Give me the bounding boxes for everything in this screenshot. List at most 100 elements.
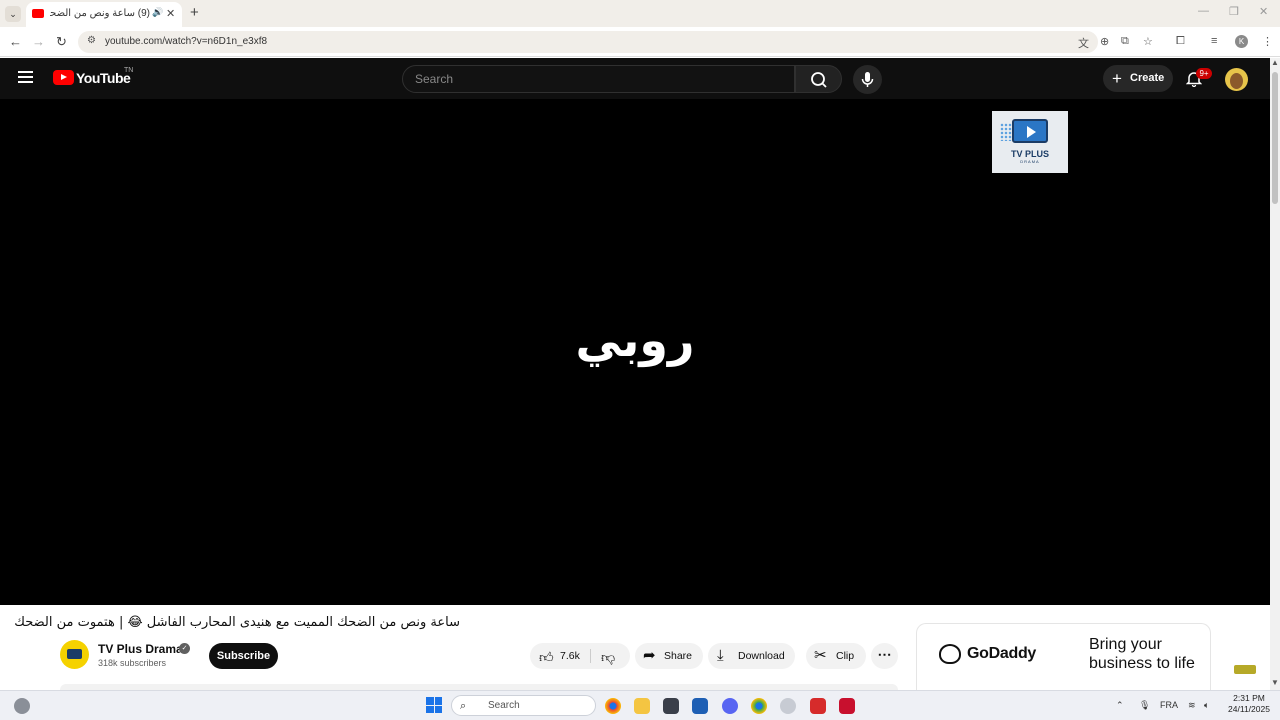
- share-arrow-icon: ➦: [643, 647, 656, 664]
- logo-country-code: TN: [124, 67, 134, 74]
- speaker-icon[interactable]: 🔊: [152, 7, 163, 18]
- store-icon[interactable]: [663, 698, 679, 714]
- bookmark-star-icon[interactable]: ☆: [1143, 35, 1153, 48]
- windows-taskbar: ⌕ Search ⌃ 🎙︎ FRA ≋ 🔈︎ 2:31 PM 24/11/202…: [0, 690, 1280, 720]
- settings-icon[interactable]: [780, 698, 796, 714]
- like-divider: [590, 649, 591, 663]
- video-player[interactable]: TV PLUS DRAMA روبي: [0, 99, 1270, 674]
- more-actions-button[interactable]: ⋯: [871, 643, 898, 669]
- download-label: Download: [738, 650, 785, 662]
- microphone-icon: [861, 72, 874, 87]
- clip-button[interactable]: ✂ Clip: [806, 643, 866, 669]
- translate-icon[interactable]: 文: [1078, 35, 1089, 51]
- browser-menu-icon[interactable]: ⋮: [1262, 35, 1273, 48]
- scroll-up-arrow-icon[interactable]: ▲: [1271, 58, 1279, 67]
- language-indicator[interactable]: FRA: [1160, 700, 1178, 710]
- wifi-icon[interactable]: ≋: [1188, 700, 1196, 711]
- reading-list-icon[interactable]: ≡: [1211, 35, 1217, 47]
- volume-icon[interactable]: 🔈︎: [1204, 700, 1209, 711]
- widgets-icon[interactable]: [14, 698, 30, 714]
- thumbs-up-icon[interactable]: 👍︎: [539, 644, 554, 670]
- clock-date: 24/11/2025: [1228, 704, 1270, 714]
- godaddy-logo-icon: [939, 644, 961, 664]
- clock-time: 2:31 PM: [1233, 693, 1265, 703]
- video-frame-caption: روبي: [575, 313, 695, 367]
- watermark-subtitle: DRAMA: [1020, 159, 1040, 164]
- browser-profile-avatar[interactable]: K: [1235, 35, 1248, 48]
- ad-headline-line2: business to life: [1089, 655, 1195, 672]
- watermark-title: TV PLUS: [1010, 149, 1049, 159]
- browser-tab-strip: ⌄ (9) ساعة ونص من الضحك ال 🔊 ✕ + — ❐ ✕: [0, 0, 1280, 27]
- ad-headline-line1: Bring your: [1089, 636, 1162, 653]
- subscriber-count: 318k subscribers: [98, 658, 167, 668]
- search-icon: ⌕: [460, 700, 467, 712]
- share-label: Share: [664, 650, 693, 662]
- hamburger-menu-icon[interactable]: [18, 71, 33, 83]
- chrome-profile-icon[interactable]: [751, 698, 767, 714]
- youtube-logo-icon[interactable]: [53, 70, 74, 85]
- taskbar-clock[interactable]: 2:31 PM 24/11/2025: [1224, 693, 1274, 715]
- discord-icon[interactable]: [722, 698, 738, 714]
- scroll-down-arrow-icon[interactable]: ▼: [1271, 678, 1279, 687]
- extensions-icon[interactable]: ⧠: [1176, 35, 1185, 48]
- zoom-icon[interactable]: ⊕: [1100, 35, 1109, 48]
- forward-icon[interactable]: →: [32, 34, 45, 49]
- video-corner-logo: [1234, 665, 1256, 674]
- app-red-icon[interactable]: [810, 698, 826, 714]
- url-text: youtube.com/watch?v=n6D1n_e3xf8: [105, 36, 268, 47]
- new-tab-button[interactable]: +: [190, 4, 199, 21]
- more-dots-icon: ⋯: [877, 646, 892, 662]
- subscribe-button[interactable]: Subscribe: [209, 643, 278, 669]
- search-button[interactable]: [795, 65, 842, 93]
- address-bar[interactable]: ⚙ youtube.com/watch?v=n6D1n_e3xf8 文 ⊕ ⧉ …: [78, 31, 1153, 53]
- tab-title: (9) ساعة ونص من الضحك ال: [50, 8, 150, 19]
- browser-tab-active[interactable]: (9) ساعة ونص من الضحك ال 🔊 ✕: [26, 2, 182, 27]
- verified-check-icon: ✓: [179, 643, 190, 654]
- like-count[interactable]: 7.6k: [560, 643, 580, 669]
- channel-avatar[interactable]: [60, 640, 89, 669]
- share-button[interactable]: ➦ Share: [635, 643, 703, 669]
- reload-icon[interactable]: ↻: [56, 34, 67, 50]
- notification-count-badge: 9+: [1196, 68, 1212, 79]
- scrollbar-thumb[interactable]: [1272, 72, 1278, 204]
- back-icon[interactable]: ←: [9, 34, 22, 49]
- youtube-masthead: YouTube TN Search + Create 9+: [0, 58, 1270, 99]
- tv-play-icon: [1012, 119, 1048, 143]
- clip-label: Clip: [836, 650, 855, 662]
- create-label: Create: [1130, 72, 1165, 84]
- taskbar-search-label: Search: [488, 700, 520, 711]
- create-button[interactable]: + Create: [1103, 65, 1173, 92]
- scissors-icon: ✂: [814, 647, 827, 664]
- youtube-logo-text[interactable]: YouTube: [76, 70, 131, 86]
- sidebar-ad[interactable]: GoDaddy Bring your business to life: [916, 623, 1211, 690]
- video-title: ساعة ونص من الضحك المميت مع هنيدى المحار…: [14, 615, 460, 630]
- app-check-icon[interactable]: [839, 698, 855, 714]
- chrome-icon[interactable]: [605, 698, 621, 714]
- close-window-icon[interactable]: ✕: [1259, 5, 1268, 18]
- tab-search-menu-button[interactable]: ⌄: [5, 6, 21, 22]
- channel-watermark[interactable]: TV PLUS DRAMA: [992, 111, 1068, 173]
- start-button[interactable]: [426, 697, 442, 713]
- minimize-icon[interactable]: —: [1198, 5, 1209, 17]
- tray-chevron-icon[interactable]: ⌃: [1116, 700, 1124, 711]
- page-scrollbar[interactable]: ▲ ▼: [1270, 58, 1280, 690]
- account-avatar[interactable]: [1225, 68, 1248, 91]
- plus-icon: +: [1112, 69, 1122, 88]
- close-tab-icon[interactable]: ✕: [166, 7, 175, 20]
- taskbar-search[interactable]: ⌕ Search: [451, 695, 596, 716]
- thumbs-down-icon[interactable]: 👎︎: [601, 644, 615, 670]
- file-explorer-icon[interactable]: [634, 698, 650, 714]
- browser-toolbar: ← → ↻ ⚙ youtube.com/watch?v=n6D1n_e3xf8 …: [0, 27, 1280, 57]
- cast-icon[interactable]: ⧉: [1121, 35, 1129, 48]
- app-icon[interactable]: [692, 698, 708, 714]
- download-icon: ⤓: [717, 647, 724, 664]
- download-button[interactable]: ⤓ Download: [708, 643, 795, 669]
- mic-tray-icon[interactable]: 🎙︎: [1139, 700, 1150, 711]
- maximize-icon[interactable]: ❐: [1229, 5, 1239, 18]
- channel-name[interactable]: TV Plus Drama: [98, 642, 183, 656]
- voice-search-button[interactable]: [853, 65, 882, 94]
- youtube-favicon-icon: [32, 9, 44, 18]
- ad-brand: GoDaddy: [967, 645, 1037, 662]
- site-info-icon[interactable]: ⚙: [87, 35, 96, 46]
- search-input[interactable]: Search: [402, 65, 795, 93]
